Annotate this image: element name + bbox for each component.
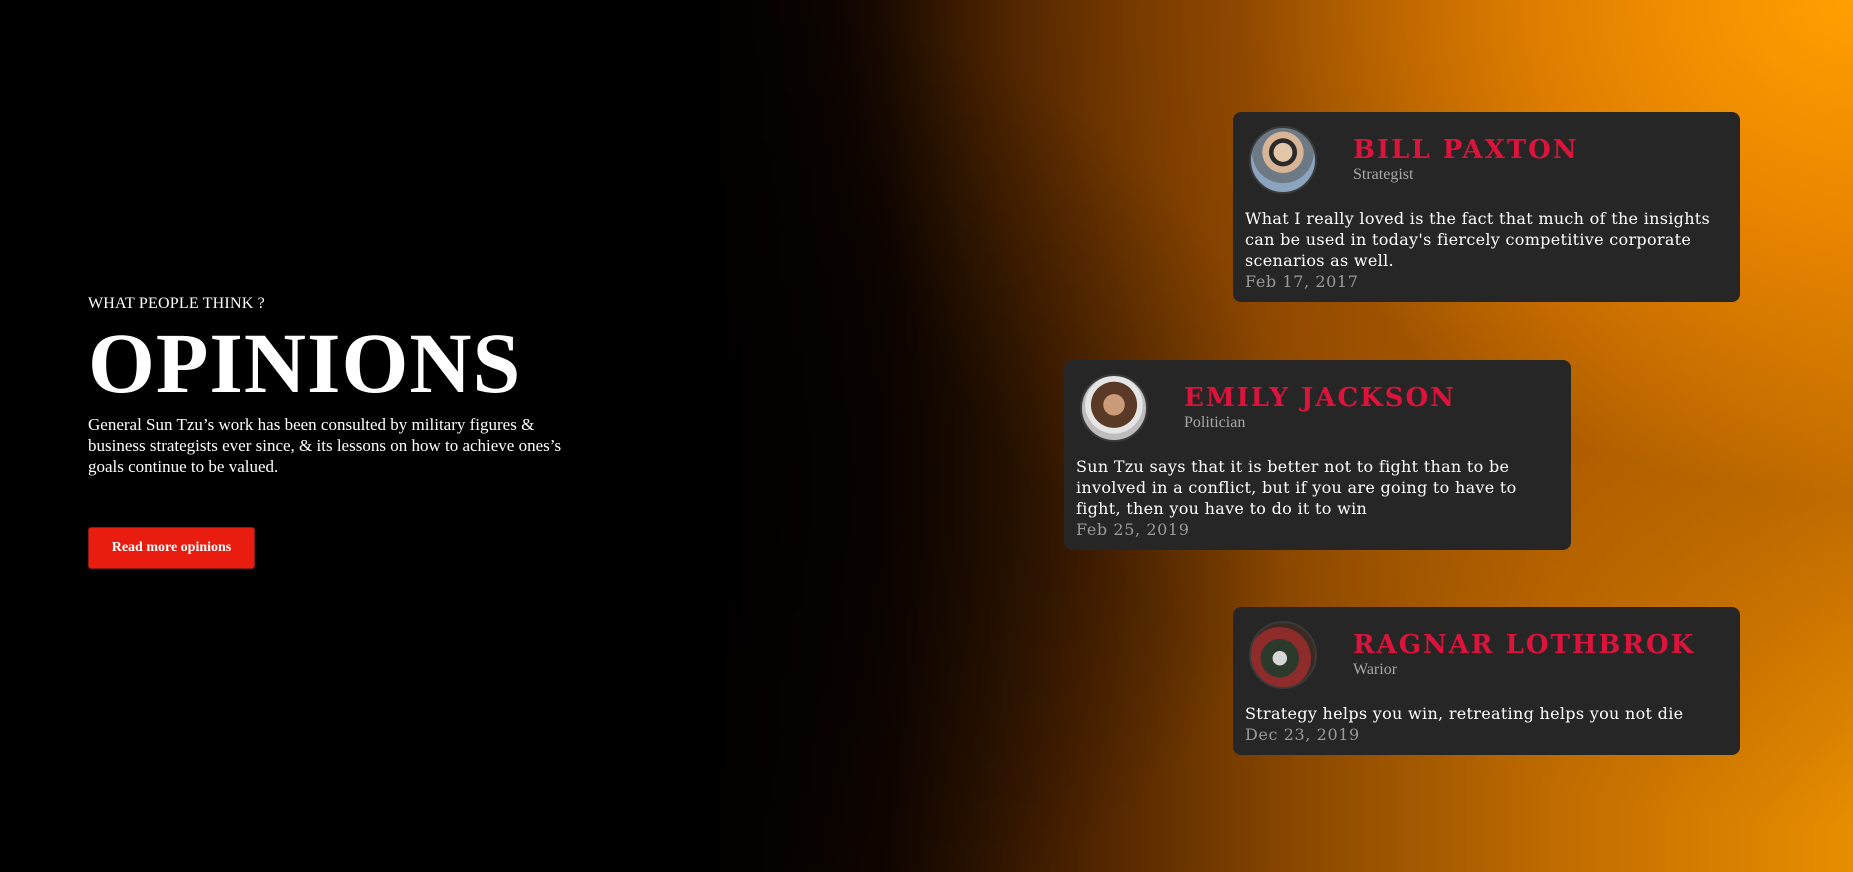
testimonial-date: Feb 25, 2019 (1076, 520, 1190, 539)
testimonial-quote: What I really loved is the fact that muc… (1245, 209, 1711, 270)
section-eyebrow: WHAT PEOPLE THINK ? (88, 295, 265, 312)
testimonial-header: EMILY JACKSON Politician (1076, 372, 1559, 444)
avatar (1080, 374, 1148, 442)
hero-section: WHAT PEOPLE THINK ? OPINIONS General Sun… (88, 294, 588, 477)
avatar (1249, 621, 1317, 689)
avatar (1249, 126, 1317, 194)
testimonial-role: Strategist (1353, 166, 1414, 183)
testimonial-date: Dec 23, 2019 (1245, 725, 1360, 744)
testimonial-card-ragnar-lothbrok: RAGNAR LOTHBROK Warior Strategy helps yo… (1233, 607, 1740, 755)
testimonial-date: Feb 17, 2017 (1245, 272, 1359, 291)
testimonial-card-bill-paxton: BILL PAXTON Strategist What I really lov… (1233, 112, 1740, 302)
testimonial-header: BILL PAXTON Strategist (1245, 124, 1728, 196)
testimonial-name: RAGNAR LOTHBROK (1353, 630, 1696, 660)
testimonial-meta: RAGNAR LOTHBROK Warior (1353, 630, 1695, 680)
testimonial-meta: EMILY JACKSON Politician (1184, 383, 1456, 433)
testimonial-role: Politician (1184, 414, 1246, 431)
testimonial-quote: Sun Tzu says that it is better not to fi… (1076, 457, 1517, 518)
testimonial-name: BILL PAXTON (1353, 135, 1579, 165)
testimonial-role: Warior (1353, 661, 1398, 678)
page-title: OPINIONS (88, 315, 522, 411)
testimonial-header: RAGNAR LOTHBROK Warior (1245, 619, 1728, 691)
testimonial-meta: BILL PAXTON Strategist (1353, 135, 1579, 185)
testimonial-card-emily-jackson: EMILY JACKSON Politician Sun Tzu says th… (1064, 360, 1571, 550)
read-more-opinions-button[interactable]: Read more opinions (88, 527, 255, 569)
hero-description: General Sun Tzu’s work has been consulte… (88, 415, 562, 476)
testimonial-quote: Strategy helps you win, retreating helps… (1245, 704, 1684, 723)
testimonial-name: EMILY JACKSON (1184, 383, 1456, 413)
